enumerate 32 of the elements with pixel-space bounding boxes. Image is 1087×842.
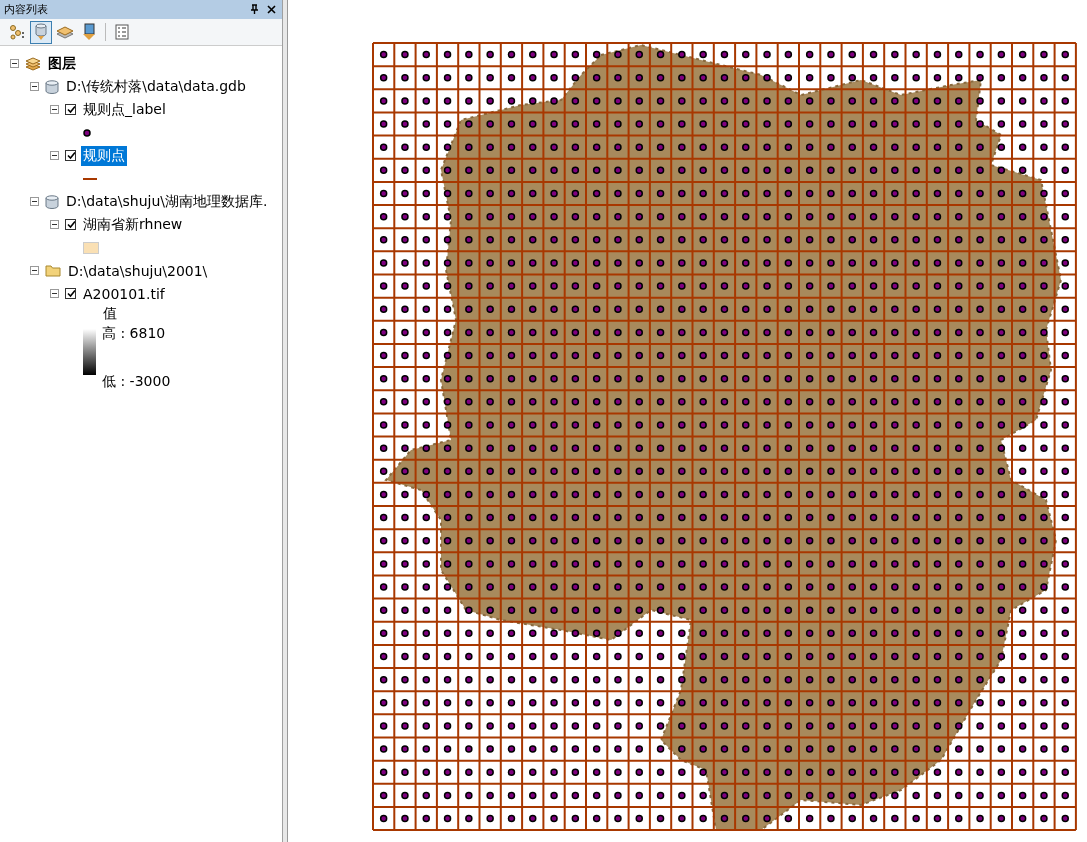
legend-high-label: 高 : 6810 <box>102 325 167 343</box>
collapse-button[interactable] <box>49 288 60 299</box>
close-icon[interactable] <box>267 5 276 14</box>
legend-heading: 值 <box>102 305 118 323</box>
pin-icon[interactable] <box>250 4 259 15</box>
layer-name[interactable]: 规则点_label <box>81 99 168 120</box>
collapse-button[interactable] <box>29 265 40 276</box>
layers-icon <box>25 56 41 71</box>
data-source-path[interactable]: D:\传统村落\data\data.gdb <box>64 76 248 97</box>
layer-name[interactable]: A200101.tif <box>81 284 167 303</box>
legend-low-label: 低 : -3000 <box>102 373 171 391</box>
panel-title: 内容列表 <box>4 2 49 17</box>
collapse-button[interactable] <box>29 81 40 92</box>
layer-checkbox[interactable] <box>65 104 76 115</box>
folder-icon <box>45 264 61 277</box>
collapse-button[interactable] <box>49 104 60 115</box>
layer-checkbox[interactable] <box>65 150 76 161</box>
layer-name[interactable]: 规则点 <box>81 145 127 166</box>
color-ramp <box>83 329 96 375</box>
database-icon <box>45 194 59 209</box>
layer-checkbox[interactable] <box>65 288 76 299</box>
collapse-button[interactable] <box>49 150 60 161</box>
group-name[interactable]: 图层 <box>46 53 78 74</box>
collapse-button[interactable] <box>49 219 60 230</box>
collapse-button[interactable] <box>29 196 40 207</box>
list-by-source-button[interactable] <box>30 20 52 44</box>
data-source-path[interactable]: D:\data\shuju\湖南地理数据库. <box>64 191 270 212</box>
database-icon <box>45 79 59 94</box>
data-source-path[interactable]: D:\data\shuju\2001\ <box>66 261 210 280</box>
collapse-button[interactable] <box>9 58 20 69</box>
layer-checkbox[interactable] <box>65 219 76 230</box>
layer-name[interactable]: 湖南省新rhnew <box>81 214 185 235</box>
